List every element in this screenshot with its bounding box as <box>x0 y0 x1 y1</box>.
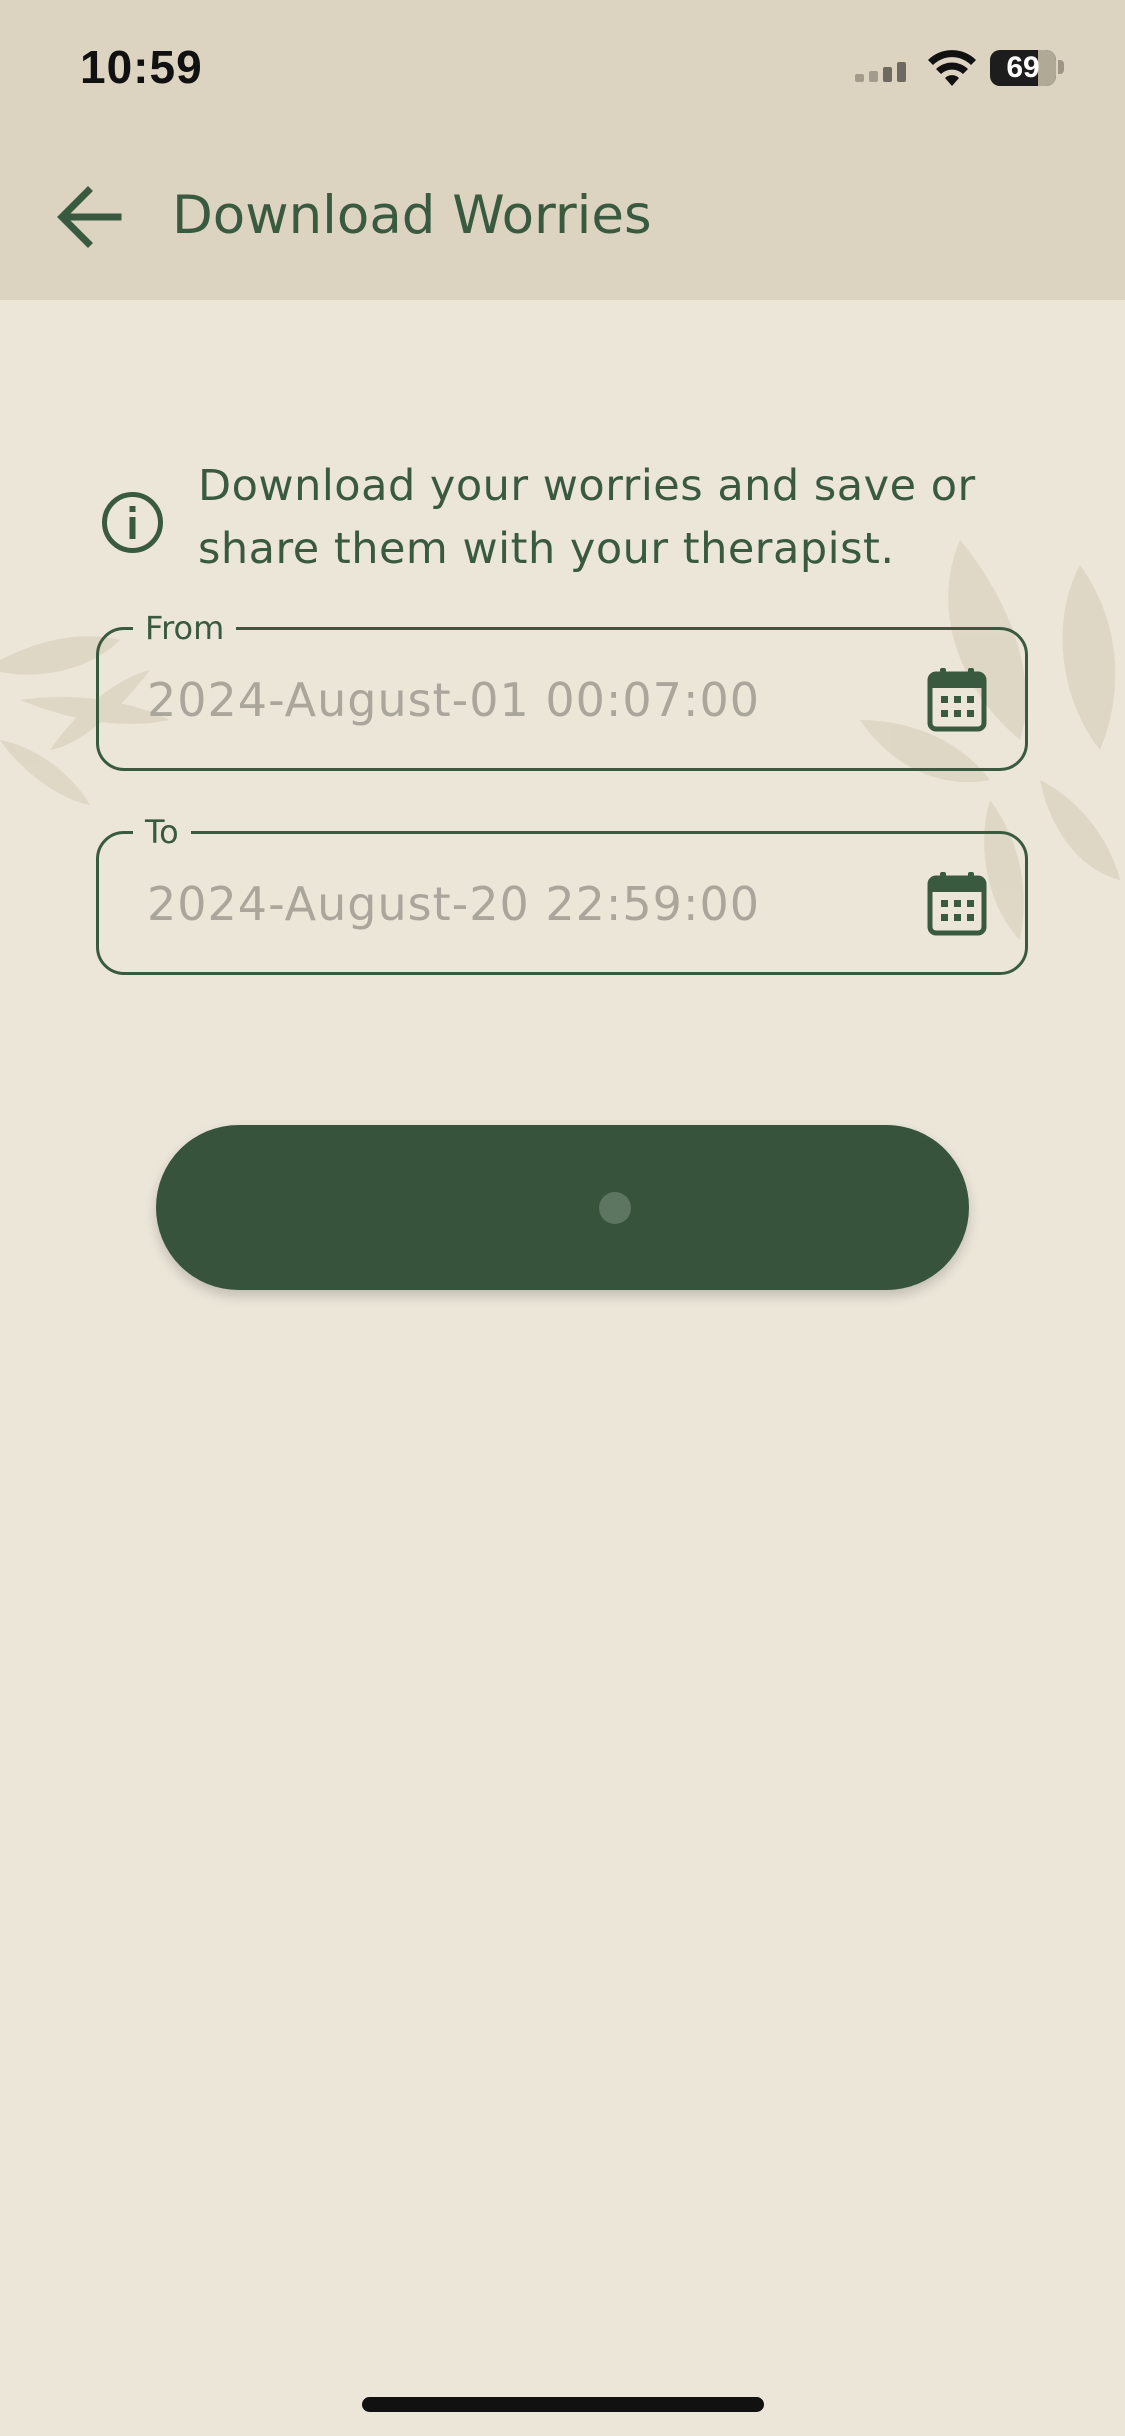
from-field-label: From <box>133 608 237 648</box>
status-bar: 10:59 69 <box>0 0 1125 135</box>
status-icons: 69 <box>855 48 1085 88</box>
home-indicator[interactable] <box>362 2397 764 2412</box>
from-date-field[interactable]: From 2024-August-01 00:07:00 <box>96 608 1028 771</box>
page-title: Download Worries <box>172 185 652 246</box>
app-bar: Download Worries <box>0 135 1125 300</box>
arrow-left-icon <box>57 186 122 248</box>
battery-tip <box>1058 60 1064 74</box>
loading-indicator <box>599 1192 631 1224</box>
wifi-icon <box>928 50 976 86</box>
calendar-icon[interactable] <box>927 668 987 732</box>
signal-icon <box>855 62 906 82</box>
info-text: Download your worries and save or share … <box>198 461 976 574</box>
back-button[interactable] <box>50 177 130 257</box>
calendar-icon[interactable] <box>927 872 987 936</box>
to-date-field[interactable]: To 2024-August-20 22:59:00 <box>96 812 1028 975</box>
info-icon <box>102 492 163 553</box>
from-field-value[interactable]: 2024-August-01 00:07:00 <box>147 672 760 728</box>
battery-icon: 69 <box>990 50 1056 86</box>
battery-percent: 69 <box>1006 51 1040 84</box>
status-time: 10:59 <box>80 41 203 93</box>
to-field-label: To <box>133 812 191 852</box>
download-button[interactable] <box>156 1125 969 1290</box>
to-field-value[interactable]: 2024-August-20 22:59:00 <box>147 876 760 932</box>
